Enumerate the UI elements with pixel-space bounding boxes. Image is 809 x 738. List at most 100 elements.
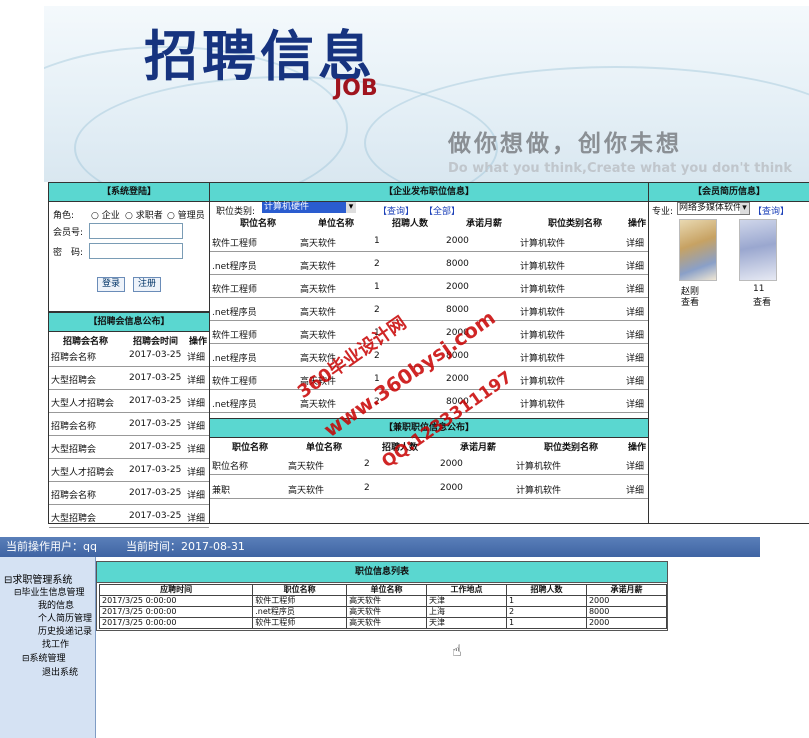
parttime-cell[interactable]: 详细 [626, 483, 644, 496]
jobs-cell: 软件工程师 [212, 377, 258, 387]
jobs-cell[interactable]: 详细 [626, 328, 644, 341]
pt-col-name: 职位名称 [232, 443, 269, 453]
tree-group-graduate[interactable]: ⊟毕业生信息管理 [14, 585, 85, 598]
jobs-cell: 计算机软件 [520, 285, 566, 295]
member-input[interactable] [89, 223, 183, 239]
row-divider [49, 504, 209, 505]
table-cell: 2000 [585, 595, 668, 607]
job-fairs-header: 【招聘会信息公布】 [49, 313, 209, 332]
row-divider [210, 389, 648, 390]
jobs-cell: 计算机软件 [520, 354, 566, 364]
row-divider [49, 366, 209, 367]
jobs-cell: .net程序员 [212, 400, 257, 410]
jobs-cell[interactable]: 详细 [626, 305, 644, 318]
jobs-cell[interactable]: 详细 [626, 374, 644, 387]
table-row[interactable]: 2017/3/25 0:00:00 软件工程师 高天软件 天津 1 2000 [98, 595, 668, 607]
row-divider [210, 251, 648, 252]
tree-item-findjob[interactable]: 找工作 [42, 637, 69, 650]
job-list-header-row: 应聘时间 职位名称 单位名称 工作地点 招聘人数 承诺月薪 [98, 584, 668, 596]
table-cell: 天津 [426, 595, 507, 607]
major-select[interactable]: 网络多媒体软件 ▾ [677, 202, 750, 215]
tree-item-history[interactable]: 历史投递记录 [38, 624, 92, 637]
role-seeker-label: 求职者 [135, 211, 163, 221]
jobs-cell[interactable]: 详细 [626, 282, 644, 295]
login-button[interactable]: 登录 [97, 277, 125, 292]
jobs-cell: 2 [374, 259, 380, 269]
pt-col-category: 职位类别名称 [544, 443, 599, 453]
fairs-cell[interactable]: 详细 [187, 419, 205, 432]
table-cell: 1 [506, 595, 587, 607]
fairs-cell[interactable]: 详细 [187, 511, 205, 524]
jobs-cell: .net程序员 [212, 308, 257, 318]
fairs-cell[interactable]: 详细 [187, 373, 205, 386]
tree-item-myinfo[interactable]: 我的信息 [38, 598, 74, 611]
fairs-cell[interactable]: 详细 [187, 465, 205, 478]
table-cell: 2 [506, 606, 587, 618]
banner-slogan-en: Do what you think,Create what you don't … [448, 161, 793, 176]
jobs-panel: 【企业发布职位信息】 职位类别: 计算机硬件 ▾ 【查询】 【全部】 职位名称 单… [209, 182, 649, 420]
parttime-cell: 计算机软件 [516, 486, 562, 496]
banner-job-text: JOB [334, 76, 378, 101]
register-button[interactable]: 注册 [133, 277, 161, 292]
pt-col-company: 单位名称 [306, 443, 343, 453]
category-select[interactable]: 计算机硬件 ▾ [262, 202, 356, 213]
tree-root[interactable]: ⊟求职管理系统 [4, 571, 72, 586]
row-divider [210, 498, 648, 499]
fairs-cell: 大型招聘会 [51, 376, 97, 386]
role-label: 角色: [53, 211, 75, 221]
pt-col-action: 操作 [628, 443, 647, 453]
chevron-down-icon: ▾ [740, 203, 749, 214]
parttime-cell[interactable]: 详细 [626, 459, 644, 472]
member-view-1[interactable]: 查看 [681, 295, 699, 308]
member-label: 会员号: [53, 228, 84, 238]
role-radio-seeker[interactable]: ○ 求职者 [125, 208, 163, 221]
current-user: 当前操作用户：qq [6, 540, 97, 553]
parttime-cell: 职位名称 [212, 462, 249, 472]
jobs-cell: 高天软件 [300, 262, 337, 272]
fairs-cell: 招聘会名称 [51, 491, 97, 501]
role-radio-company[interactable]: ○ 企业 [91, 208, 120, 221]
jobs-cell[interactable]: 详细 [626, 236, 644, 249]
table-cell: .net程序员 [252, 606, 348, 618]
fairs-cell[interactable]: 详细 [187, 396, 205, 409]
member-avatar-2[interactable] [739, 219, 777, 281]
table-cell: 2017/3/25 0:00:00 [98, 595, 254, 607]
fairs-cell: 大型招聘会 [51, 445, 97, 455]
row-divider [49, 389, 209, 390]
table-cell: 8000 [585, 606, 668, 618]
row-divider [49, 435, 209, 436]
role-radio-admin[interactable]: ○ 管理员 [167, 208, 205, 221]
jobs-cell: 高天软件 [300, 239, 337, 249]
jobs-cell: 2000 [446, 282, 469, 292]
tree-group-system[interactable]: ⊟系统管理 [22, 651, 66, 664]
list-col-header: 招聘人数 [506, 584, 587, 596]
jobs-cell[interactable]: 详细 [626, 259, 644, 272]
password-input[interactable] [89, 243, 183, 259]
table-row[interactable]: 2017/3/25 0:00:00 软件工程师 高天软件 天津 1 2000 [98, 617, 668, 629]
tree-item-resume[interactable]: 个人简历管理 [38, 611, 92, 624]
fairs-cell[interactable]: 详细 [187, 350, 205, 363]
jobs-all-link[interactable]: 【全部】 [424, 204, 460, 217]
job-fairs-panel: 【招聘会信息公布】 招聘会名称 招聘会时间 操作 招聘会名称 2017-03-25… [48, 312, 210, 528]
table-row[interactable]: 2017/3/25 0:00:00 .net程序员 高天软件 上海 2 8000 [98, 606, 668, 618]
jobs-cell[interactable]: 详细 [626, 397, 644, 410]
member-avatar-1[interactable] [679, 219, 717, 281]
resumes-query-link[interactable]: 【查询】 [753, 204, 789, 217]
parttime-cell: 高天软件 [288, 486, 325, 496]
jobs-col-count: 招聘人数 [392, 219, 429, 229]
jobs-cell[interactable]: 详细 [626, 351, 644, 364]
fairs-cell: 2017-03-25 [129, 419, 182, 429]
pt-col-salary: 承诺月薪 [460, 443, 497, 453]
jobs-cell: 计算机软件 [520, 262, 566, 272]
fairs-cell[interactable]: 详细 [187, 488, 205, 501]
job-list-panel: 职位信息列表 应聘时间 职位名称 单位名称 工作地点 招聘人数 承诺月薪 2017/3/2… [96, 561, 668, 631]
fairs-cell[interactable]: 详细 [187, 442, 205, 455]
member-view-2[interactable]: 查看 [753, 295, 771, 308]
banner: 招聘信息 JOB 做你想做，创你未想 Do what you think,Cre… [44, 6, 809, 182]
row-divider [210, 412, 648, 413]
tree-item-logout[interactable]: 退出系统 [42, 665, 78, 678]
jobs-cell: 计算机软件 [520, 377, 566, 387]
jobs-cell: 高天软件 [300, 331, 337, 341]
banner-slogan: 做你想做，创你未想 [448, 131, 682, 157]
tree-group-graduate-label: 毕业生信息管理 [21, 588, 85, 598]
